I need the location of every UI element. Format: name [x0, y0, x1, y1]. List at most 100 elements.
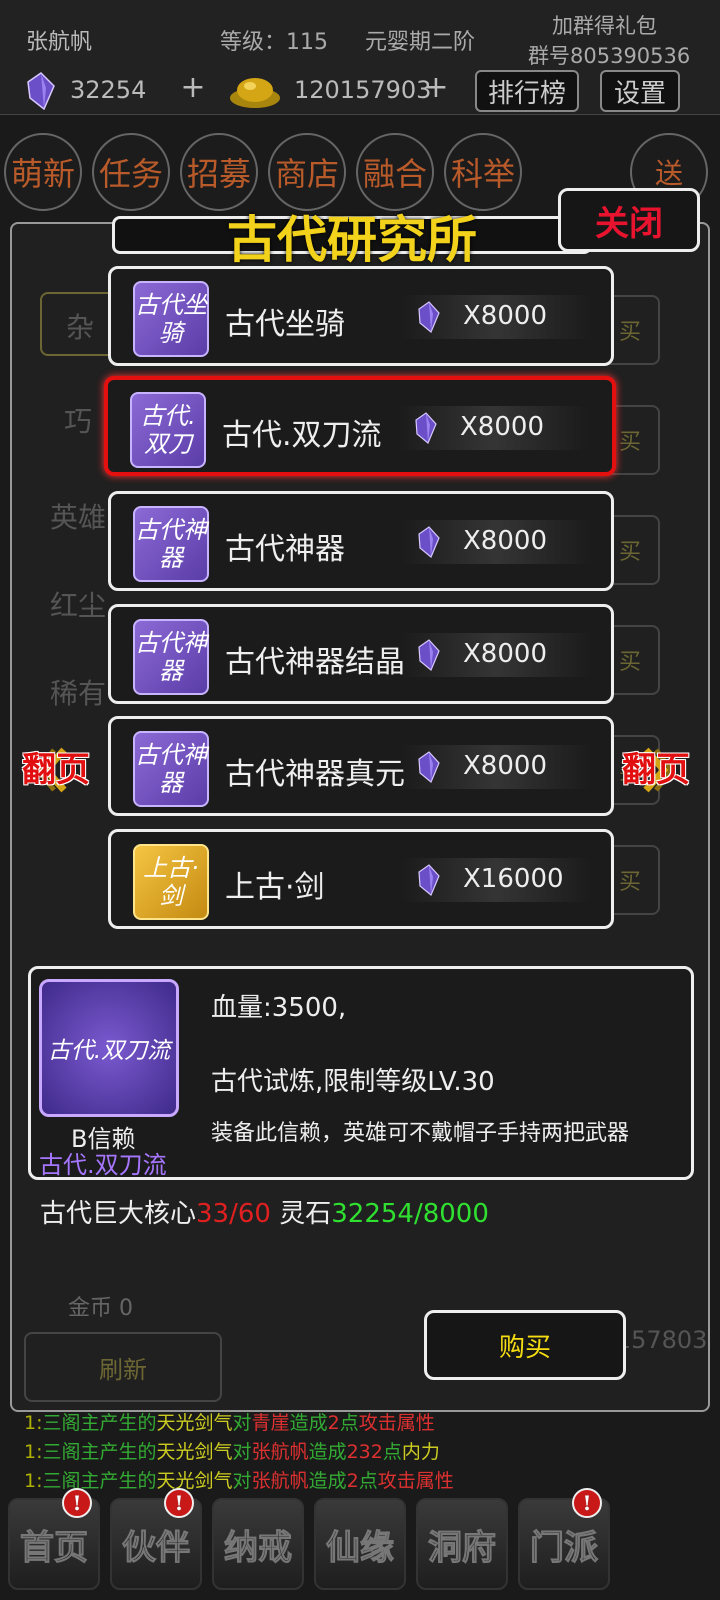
- log-number: 232: [346, 1441, 383, 1463]
- log-index: 1:: [24, 1412, 43, 1434]
- alert-icon: !: [572, 1488, 602, 1518]
- log-target: 青崖: [251, 1412, 290, 1434]
- item-price-text: X8000: [463, 301, 547, 331]
- gold-ingot-icon: [230, 78, 280, 108]
- log-stat: 攻击属性: [358, 1412, 435, 1434]
- detail-item-icon: 古代.双刀流: [39, 979, 179, 1117]
- gem-count: 32254: [70, 76, 147, 104]
- item-name: 古代坐骑: [225, 307, 345, 342]
- item-price-text: X8000: [463, 751, 547, 781]
- log-index: 1:: [24, 1470, 43, 1492]
- bg-category-hero: 英雄: [50, 501, 107, 534]
- item-icon: 古代神器: [133, 619, 209, 695]
- nav-sect-label: 门派: [530, 1527, 599, 1568]
- bg-category-craft: 巧: [64, 405, 93, 438]
- add-gems-button[interactable]: +: [178, 70, 208, 105]
- shop-item-row[interactable]: 古代神器 古代神器 X8000: [108, 491, 614, 591]
- battle-log-line: 1:三阁主产生的天光剑气对张航帆造成232点内力: [24, 1437, 440, 1464]
- nav-sect[interactable]: 门派 !: [518, 1488, 610, 1590]
- nav-cave-label: 洞府: [428, 1527, 497, 1568]
- group-promo: 加群得礼包: [552, 14, 657, 38]
- log-text: 对: [232, 1412, 252, 1434]
- nav-partners[interactable]: 伙伴 !: [110, 1488, 202, 1590]
- stone-label: 灵石: [279, 1199, 332, 1229]
- log-index: 1:: [24, 1441, 43, 1463]
- spirit-gem-icon: [415, 412, 437, 444]
- page-prev-button[interactable]: 翻页: [18, 740, 94, 800]
- add-gold-button[interactable]: +: [421, 70, 451, 105]
- page-next-button[interactable]: 翻页: [618, 740, 694, 800]
- modal-title: 古代研究所: [227, 210, 477, 269]
- battle-log-line: 1:三阁主产生的天光剑气对张航帆造成2点攻击属性: [24, 1466, 454, 1493]
- item-icon: 古代神器: [133, 731, 209, 807]
- shop-item-row[interactable]: 上古·剑 上古·剑 X16000: [108, 829, 614, 929]
- log-text: 点: [382, 1441, 402, 1463]
- page-next-label: 翻页: [622, 750, 690, 790]
- nav-home-label: 首页: [20, 1527, 89, 1568]
- shop-item-row-selected[interactable]: 古代.双刀 古代.双刀流 X8000: [104, 376, 616, 476]
- log-text: 对: [232, 1441, 252, 1463]
- spirit-gem-icon: [418, 301, 440, 333]
- shop-item-row[interactable]: 古代神器 古代神器真元 X8000: [108, 716, 614, 816]
- nav-cave[interactable]: 洞府: [416, 1498, 508, 1590]
- alert-icon: !: [164, 1488, 194, 1518]
- player-name: 张航帆: [26, 30, 93, 55]
- close-button[interactable]: 关闭: [558, 188, 700, 252]
- item-detail-panel: 古代.双刀流 B信赖 古代.双刀流 血量:3500, 古代试炼,限制等级LV.3…: [28, 966, 694, 1180]
- spirit-gem-icon: [418, 864, 440, 896]
- tab-newbie[interactable]: 萌新: [4, 133, 82, 211]
- log-text: 造成: [308, 1470, 347, 1492]
- log-stat: 内力: [401, 1441, 440, 1463]
- nav-inventory-label: 纳戒: [224, 1527, 293, 1568]
- detail-description: 装备此信赖，英雄可不戴帽子手持两把武器: [211, 1121, 630, 1146]
- buy-button[interactable]: 购买: [424, 1310, 626, 1380]
- gold-count: 120157903: [294, 76, 432, 104]
- shop-item-row[interactable]: 古代神器 古代神器结晶 X8000: [108, 604, 614, 704]
- bg-refresh-button: 刷新: [24, 1332, 222, 1402]
- group-number: 群号805390536: [528, 44, 691, 68]
- item-icon: 古代神器: [133, 506, 209, 582]
- battle-log-line: 1:三阁主产生的天光剑气对青崖造成2点攻击属性: [24, 1408, 435, 1435]
- settings-button[interactable]: 设置: [600, 70, 680, 112]
- log-actor: 三阁主: [42, 1412, 100, 1434]
- item-price-text: X8000: [460, 412, 544, 442]
- nav-fate-label: 仙缘: [326, 1527, 395, 1568]
- item-price: X16000: [401, 858, 591, 902]
- item-icon: 古代坐骑: [133, 281, 209, 357]
- alert-icon: !: [62, 1488, 92, 1518]
- detail-requirement: 古代试炼,限制等级LV.30: [211, 1067, 495, 1097]
- log-text: 点: [339, 1412, 359, 1434]
- item-price: X8000: [401, 520, 591, 564]
- log-target: 张航帆: [251, 1470, 309, 1492]
- bg-category-mortal: 红尘: [50, 589, 107, 622]
- nav-partners-label: 伙伴: [122, 1527, 191, 1568]
- shop-item-row[interactable]: 古代坐骑 古代坐骑 X8000: [108, 266, 614, 366]
- leaderboard-button[interactable]: 排行榜: [475, 70, 579, 112]
- nav-inventory[interactable]: 纳戒: [212, 1498, 304, 1590]
- nav-fate[interactable]: 仙缘: [314, 1498, 406, 1590]
- cost-line: 古代巨大核心33/60 灵石32254/8000: [40, 1193, 489, 1230]
- log-text: 产生的: [99, 1412, 157, 1434]
- player-realm: 元婴期二阶: [365, 30, 476, 55]
- log-number: 2: [346, 1470, 359, 1492]
- item-name: 上古·剑: [225, 870, 325, 905]
- item-name: 古代.双刀流: [222, 418, 382, 453]
- item-price: X8000: [398, 406, 588, 450]
- top-status-bar: 张航帆 等级：115 元婴期二阶 加群得礼包 群号805390536 32254…: [0, 0, 720, 115]
- log-skill: 天光剑气: [156, 1470, 233, 1492]
- log-text: 造成: [289, 1412, 328, 1434]
- player-level: 等级：115: [220, 30, 328, 55]
- item-name: 古代神器: [225, 532, 345, 567]
- nav-home[interactable]: 首页 !: [8, 1488, 100, 1590]
- bg-gold-label: 金币 0: [68, 1296, 133, 1321]
- item-name: 古代神器真元: [225, 757, 405, 792]
- log-skill: 天光剑气: [156, 1441, 233, 1463]
- spirit-gem-icon: [418, 751, 440, 783]
- item-name: 古代神器结晶: [225, 645, 405, 680]
- item-price-text: X8000: [463, 639, 547, 669]
- item-icon: 上古·剑: [133, 844, 209, 920]
- log-skill: 天光剑气: [156, 1412, 233, 1434]
- log-number: 2: [327, 1412, 340, 1434]
- log-stat: 攻击属性: [377, 1470, 454, 1492]
- bg-category-rare: 稀有: [50, 677, 107, 710]
